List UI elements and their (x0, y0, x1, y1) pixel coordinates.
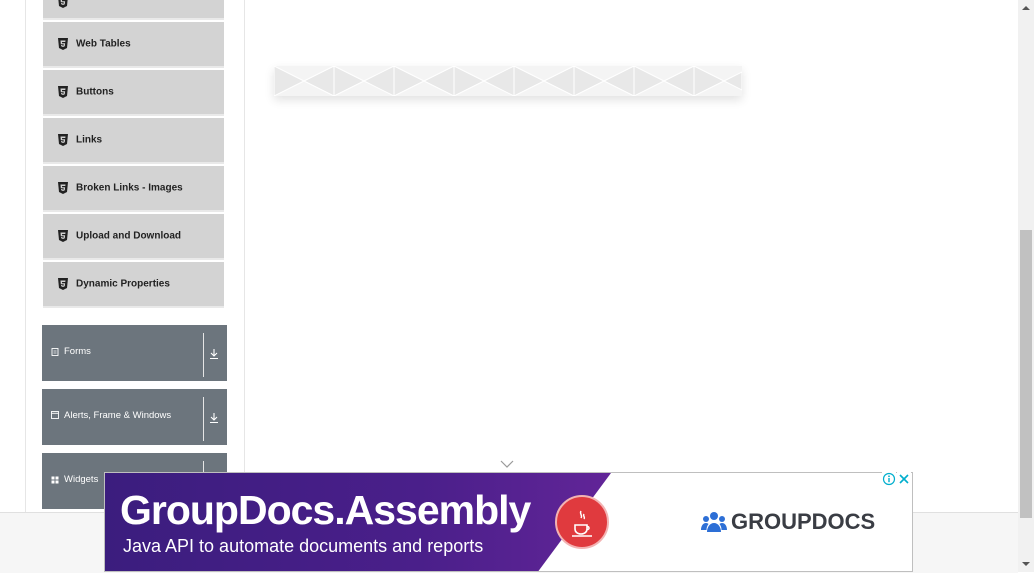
ad-brand-name: GROUPDOCS (731, 509, 876, 534)
chevron-down-icon[interactable] (500, 459, 514, 469)
download-icon[interactable] (208, 348, 220, 360)
sidebar-item-label: Buttons (76, 86, 114, 98)
group-label: Widgets (64, 474, 99, 485)
java-cup-icon (572, 510, 592, 537)
ad-title: GroupDocs.Assembly (120, 487, 531, 533)
loading-placeholder (273, 65, 743, 97)
scroll-down-arrow-icon[interactable] (1021, 560, 1031, 568)
html5-icon (58, 38, 68, 50)
sidebar-item-label: Web Tables (76, 38, 131, 50)
groupdocs-people-icon (701, 512, 727, 532)
advertisement-banner[interactable]: GroupDocs.Assembly Java API to automate … (104, 472, 913, 572)
scrollbar-thumb[interactable] (1020, 230, 1032, 518)
html5-icon (58, 278, 68, 290)
sidebar-item-broken-links[interactable]: Broken Links - Images (43, 166, 224, 212)
sidebar-item-buttons[interactable]: Buttons (43, 70, 224, 116)
divider (203, 397, 204, 441)
groupdocs-logo: GROUPDOCS (701, 509, 875, 535)
sidebar-group-alerts[interactable]: Alerts, Frame & Windows (42, 389, 227, 445)
html5-icon (58, 0, 68, 8)
window-icon (51, 411, 59, 419)
html5-icon (58, 134, 68, 146)
grid-icon (51, 476, 59, 484)
html5-icon (58, 230, 68, 242)
group-label: Alerts, Frame & Windows (64, 410, 172, 421)
ad-subtitle: Java API to automate documents and repor… (123, 536, 484, 556)
sidebar-group-forms[interactable]: Forms (42, 325, 227, 381)
sidebar-item-dynamic-properties[interactable]: Dynamic Properties (43, 262, 224, 308)
html5-icon (58, 86, 68, 98)
sidebar-item-partial[interactable] (43, 0, 224, 20)
ad-info-icon[interactable] (882, 472, 896, 486)
sidebar-item-label: Upload and Download (76, 230, 181, 242)
java-logo-icon (555, 495, 609, 549)
divider (203, 333, 204, 377)
placeholder-pattern (273, 65, 743, 97)
sidebar-item-label: Broken Links - Images (76, 182, 183, 194)
sidebar-item-web-tables[interactable]: Web Tables (43, 22, 224, 68)
sidebar-item-links[interactable]: Links (43, 118, 224, 164)
group-label: Forms (64, 346, 91, 357)
sidebar-item-label: Links (76, 134, 103, 146)
sidebar-item-label: Dynamic Properties (76, 278, 170, 290)
sidebar-item-upload-download[interactable]: Upload and Download (43, 214, 224, 260)
scroll-up-arrow-icon[interactable] (1021, 4, 1031, 12)
html5-icon (58, 182, 68, 194)
download-icon[interactable] (208, 412, 220, 424)
ad-close-icon[interactable] (897, 472, 911, 486)
document-icon (51, 348, 59, 356)
